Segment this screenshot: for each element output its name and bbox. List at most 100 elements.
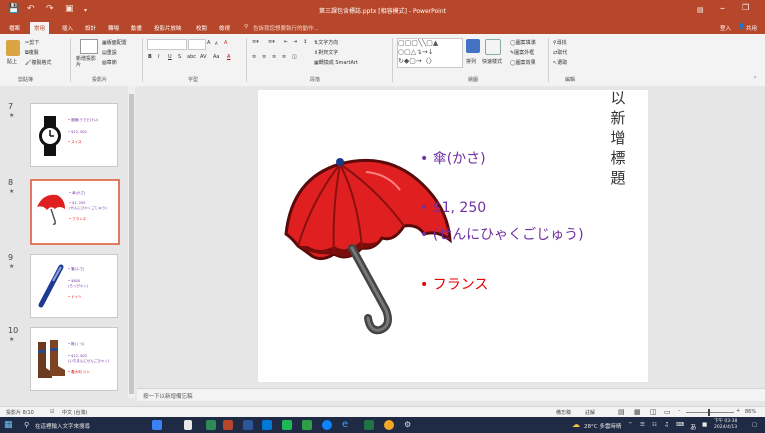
line-app-icon[interactable] [282, 420, 292, 430]
smartart-button[interactable]: ▦轉換成 SmartArt [314, 59, 358, 66]
section-button[interactable]: ▧章節 [102, 59, 117, 66]
tab-slideshow[interactable]: 投影片放映 [154, 24, 182, 32]
increase-indent-icon[interactable]: ⇥ [293, 39, 297, 45]
drive-icon[interactable] [384, 420, 394, 430]
decrease-indent-icon[interactable]: ⇤ [284, 39, 288, 45]
underline-button[interactable]: U [168, 54, 172, 60]
align-center-icon[interactable]: ≡ [262, 54, 266, 60]
language-indicator[interactable]: 中文 (台灣) [62, 409, 88, 416]
tab-review[interactable]: 校閱 [196, 24, 207, 32]
internet-explorer-icon[interactable]: e [342, 419, 348, 430]
cut-button[interactable]: ✂剪下 [25, 39, 39, 46]
bullet-item-price[interactable]: • $1, 250 [420, 200, 486, 216]
slide-title-vertical[interactable]: 以新增標題 [608, 88, 628, 188]
outlook-icon[interactable] [262, 420, 272, 430]
line-spacing-icon[interactable]: ↕ [303, 39, 307, 45]
scrollbar-thumb[interactable] [129, 94, 134, 394]
zoom-out-icon[interactable]: – [678, 408, 681, 414]
text-direction-button[interactable]: ⇅文字方向 [314, 39, 338, 46]
minimize-icon[interactable]: – [720, 3, 725, 14]
strikethrough-button[interactable]: S [178, 54, 181, 60]
search-icon[interactable]: ⚲ [24, 421, 29, 429]
shrink-font-button[interactable]: A [215, 41, 218, 46]
shape-outline-button[interactable]: ✎圖案外框 [510, 49, 534, 56]
slide-sorter-icon[interactable]: ▦ [634, 408, 641, 416]
edge-icon[interactable] [322, 420, 332, 430]
new-slide-button[interactable]: 新增投影片 [76, 56, 100, 68]
clock-date[interactable]: 2024/4/13 [714, 425, 737, 430]
character-spacing-button[interactable]: AV [200, 54, 207, 60]
tab-transitions[interactable]: 轉場 [108, 24, 119, 32]
app-icon[interactable] [302, 420, 312, 430]
powerpoint-taskbar-icon[interactable] [223, 420, 233, 430]
zoom-in-icon[interactable]: + [736, 408, 740, 414]
weather-text[interactable]: 28°C 多雲時晴 [584, 422, 621, 430]
tab-file[interactable]: 檔案 [9, 24, 20, 32]
taskbar-search-box[interactable]: 在這裡輸入文字來搜尋 [35, 422, 90, 430]
align-left-icon[interactable]: ≡ [252, 54, 256, 60]
bullet-item-country[interactable]: • フランス [420, 274, 488, 294]
tab-home[interactable]: 常用 [30, 22, 50, 34]
slide-thumbnail-7[interactable]: • 腕錶(うでどけい) • $12, 500 • スイス [30, 103, 118, 167]
tab-animations[interactable]: 動畫 [131, 24, 142, 32]
notes-button[interactable]: 備忘稿 [556, 409, 571, 416]
notes-pane[interactable]: 按一下以新增備忘稿 [137, 388, 765, 401]
paste-button[interactable]: 貼上 [7, 58, 17, 65]
grow-font-button[interactable]: A [207, 40, 210, 46]
undo-icon[interactable]: ↶ [27, 4, 35, 14]
shapes-gallery[interactable]: ▢▢▢╲╲▢▲ ○▢△↴→↓ ↻◆▢→〈〉 [397, 38, 463, 68]
sign-in-link[interactable]: 登入 [720, 24, 731, 32]
save-icon[interactable]: 💾 [8, 4, 19, 14]
reset-button[interactable]: ▤重設 [102, 49, 117, 56]
volume-icon[interactable]: ♫ [664, 422, 669, 428]
align-text-button[interactable]: ⇕對齊文字 [314, 49, 338, 56]
ime-indicator[interactable]: あ [690, 421, 697, 431]
share-button[interactable]: 共用 [746, 24, 757, 32]
slide-thumbnail-8[interactable]: • 傘(かさ) • $1, 250 (せんにひゃくごじゅう) • フランス [30, 179, 120, 245]
paste-icon[interactable] [6, 40, 20, 56]
tab-insert[interactable]: 插入 [62, 24, 73, 32]
clear-formatting-button[interactable]: A [224, 40, 227, 46]
keyboard-icon[interactable]: ⌨ [676, 422, 684, 428]
ime-mode-icon[interactable]: ■ [702, 422, 707, 428]
arrange-icon[interactable] [466, 39, 480, 53]
windows-start-icon[interactable]: ▦ [4, 420, 13, 430]
italic-button[interactable]: I [158, 54, 159, 60]
zoom-slider[interactable] [686, 412, 734, 413]
ribbon-display-options-icon[interactable]: ▤ [697, 6, 704, 14]
thumbnails-scrollbar[interactable] [128, 86, 135, 398]
slide[interactable]: • 傘(かさ) • $1, 250 • (せんにひゃくごじゅう) • フランス … [258, 88, 648, 382]
font-name-dropdown[interactable] [147, 39, 187, 50]
widgets-icon[interactable] [152, 420, 162, 430]
copy-button[interactable]: ⧉複製 [25, 49, 39, 56]
word-taskbar-icon[interactable] [243, 420, 253, 430]
settings-gear-icon[interactable]: ⚙ [404, 420, 411, 429]
text-shadow-button[interactable]: abc [187, 54, 196, 60]
layout-button[interactable]: ▦版面配置 [102, 39, 127, 46]
new-slide-icon[interactable] [80, 39, 98, 54]
normal-view-icon[interactable]: ▤ [618, 408, 625, 416]
select-button[interactable]: ↖選取 [553, 59, 567, 66]
wifi-icon[interactable]: ☷ [652, 422, 657, 428]
chrome-icon[interactable] [206, 420, 216, 430]
tray-chevron-icon[interactable]: ⌃ [628, 422, 633, 428]
shape-fill-button[interactable]: ◯圖案填滿 [510, 39, 536, 46]
change-case-button[interactable]: Aa [213, 54, 219, 60]
customize-qat-icon[interactable]: ▾ [84, 7, 87, 14]
slideshow-view-icon[interactable]: ▭ [664, 408, 671, 416]
comments-button[interactable]: 註解 [585, 409, 595, 416]
clock-time[interactable]: 下午 03:38 [714, 418, 737, 424]
bullets-icon[interactable]: ≡▾ [252, 39, 259, 45]
quick-styles-button[interactable]: 快速樣式 [482, 58, 502, 65]
task-view-icon[interactable] [184, 420, 192, 430]
tab-view[interactable]: 檢視 [219, 24, 230, 32]
font-size-dropdown[interactable] [188, 39, 206, 50]
zoom-slider-thumb[interactable] [708, 409, 710, 416]
bullet-item-reading[interactable]: • (せんにひゃくごじゅう) [420, 224, 584, 244]
slide-thumbnail-10[interactable]: • 靴(くつ) • $12, 500 (いちまんにせんごひゃく) • 義大利 ジ… [30, 327, 118, 391]
arrange-button[interactable]: 排列 [466, 58, 476, 65]
align-right-icon[interactable]: ≡ [272, 54, 276, 60]
font-color-button[interactable]: A [227, 54, 230, 60]
bullet-item-word[interactable]: • 傘(かさ) [420, 148, 486, 168]
start-from-beginning-icon[interactable]: ▣ [65, 4, 74, 14]
